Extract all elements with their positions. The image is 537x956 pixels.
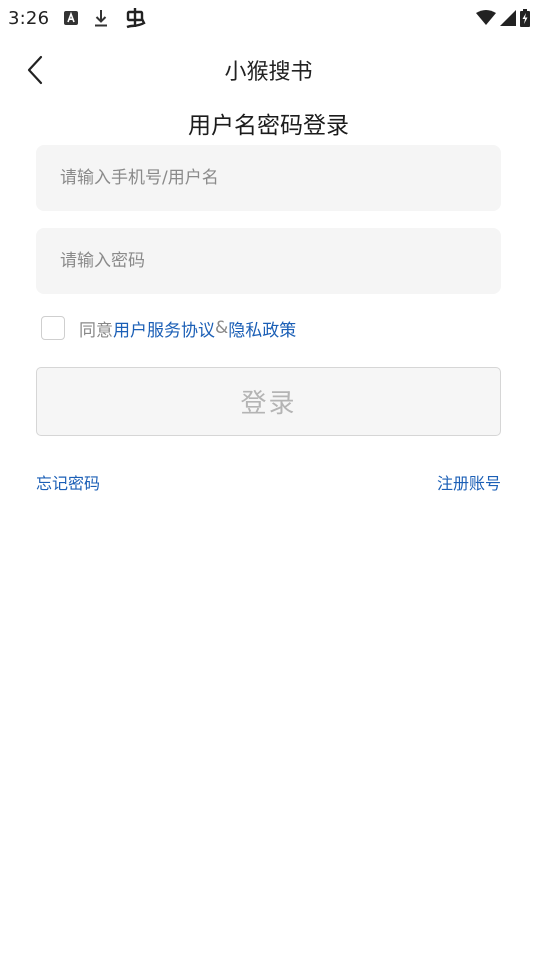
battery-charging-icon — [520, 9, 530, 27]
agreement-row: 同意 用户服务协议 & 隐私政策 — [41, 313, 296, 343]
password-field-container — [36, 228, 501, 294]
download-icon — [93, 8, 109, 28]
page-title: 小猴搜书 — [224, 60, 313, 85]
forgot-password-link[interactable]: 忘记密码 — [36, 470, 100, 494]
status-time: 3:26 — [8, 7, 50, 29]
login-heading: 用户名密码登录 — [188, 113, 349, 139]
agree-prefix-text: 同意 — [79, 320, 113, 341]
bug-icon — [123, 6, 147, 30]
title-bar: 小猴搜书 — [0, 44, 537, 96]
agree-checkbox[interactable] — [41, 316, 65, 340]
agree-joiner-text: & — [215, 318, 229, 338]
username-input[interactable] — [58, 167, 479, 189]
status-bar-right — [476, 9, 530, 27]
user-agreement-link[interactable]: 用户服务协议 — [113, 316, 215, 341]
password-input[interactable] — [58, 250, 479, 272]
register-link[interactable]: 注册账号 — [437, 470, 501, 494]
status-bar-left: 3:26 — [8, 6, 147, 30]
login-button[interactable]: 登录 — [36, 367, 501, 436]
a-notification-icon — [63, 10, 79, 26]
wifi-icon — [476, 10, 496, 26]
signal-icon — [500, 10, 516, 26]
status-bar: 3:26 — [0, 0, 537, 36]
username-field-container — [36, 145, 501, 211]
privacy-policy-link[interactable]: 隐私政策 — [228, 316, 296, 341]
login-page: 3:26 小猴搜书 用户名密码登录 请输入手机号/用户名 同意 用户服务协议 &… — [0, 0, 537, 956]
